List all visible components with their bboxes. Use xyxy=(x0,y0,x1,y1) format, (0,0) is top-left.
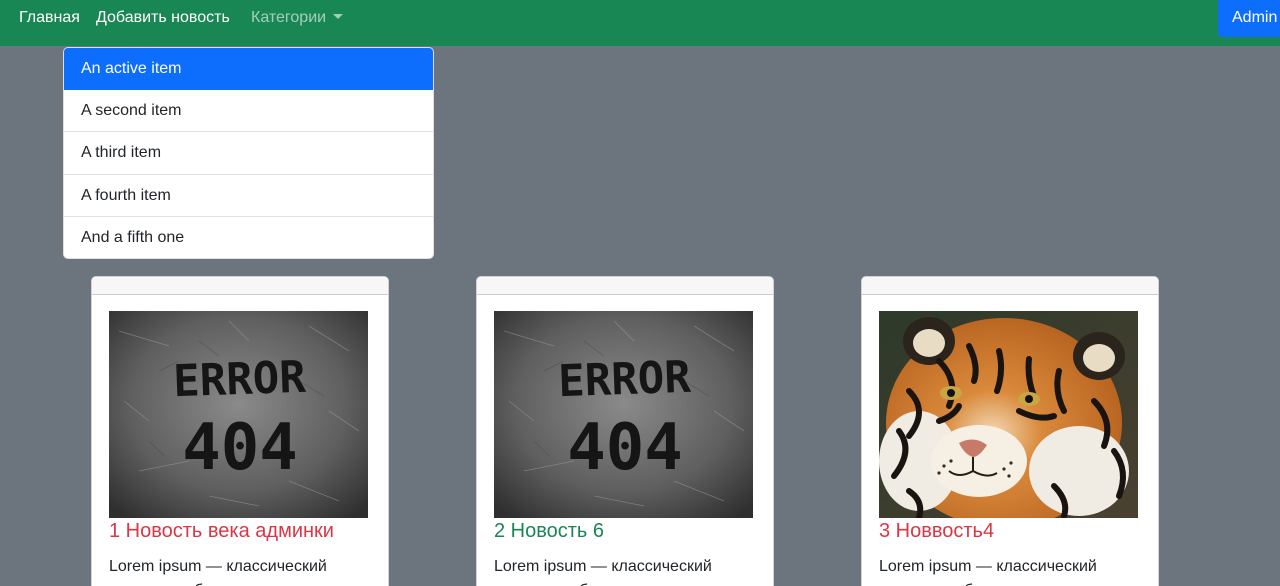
dropdown-item-third[interactable]: A third item xyxy=(64,132,433,175)
card-text: Lorem ipsum — классический вариант рыбы-… xyxy=(109,558,327,586)
news-card: 3 Новвость4 Lorem ipsum — классический в… xyxy=(861,276,1159,586)
card-header xyxy=(477,277,773,295)
dropdown-item-fourth[interactable]: A fourth item xyxy=(64,175,433,217)
card-header xyxy=(862,277,1158,295)
card-text: Lorem ipsum — классический вариант рыбы-… xyxy=(494,558,712,586)
card-title-link[interactable]: 1 Новость века админки xyxy=(109,520,334,543)
navbar: Главная Добавить новость Категории Admin xyxy=(0,0,1280,46)
svg-text:404: 404 xyxy=(567,411,683,485)
dropdown-item-fifth[interactable]: And a fifth one xyxy=(64,217,433,258)
news-card: ERROR 404 2 Новость 6 Lorem ipsum — клас… xyxy=(476,276,774,586)
svg-text:ERROR: ERROR xyxy=(172,352,307,408)
card-title-link[interactable]: 2 Новость 6 xyxy=(494,520,604,543)
nav-add-news-link[interactable]: Добавить новость xyxy=(96,9,230,27)
card-text: Lorem ipsum — классический вариант рыбы-… xyxy=(879,558,1097,586)
caret-down-icon xyxy=(333,14,344,19)
categories-dropdown-menu: An active item A second item A third ite… xyxy=(63,47,434,259)
svg-text:404: 404 xyxy=(182,411,298,485)
error-404-graffiti-image[interactable]: ERROR 404 xyxy=(109,311,368,518)
card-header xyxy=(92,277,388,295)
card-title-link[interactable]: 3 Новвость4 xyxy=(879,520,994,543)
nav-categories-label: Категории xyxy=(251,9,327,26)
admin-button[interactable]: Admin xyxy=(1218,0,1280,37)
dropdown-item-active[interactable]: An active item xyxy=(64,48,433,91)
error-404-graffiti-image[interactable]: ERROR 404 xyxy=(494,311,753,518)
nav-home-link[interactable]: Главная xyxy=(19,9,80,27)
svg-text:ERROR: ERROR xyxy=(557,352,692,408)
nav-categories-dropdown[interactable]: Категории xyxy=(251,9,344,27)
dropdown-item-second[interactable]: A second item xyxy=(64,90,433,133)
tiger-photo-image[interactable] xyxy=(879,311,1138,518)
news-card: ERROR 404 1 Новость века админки Lorem i… xyxy=(91,276,389,586)
